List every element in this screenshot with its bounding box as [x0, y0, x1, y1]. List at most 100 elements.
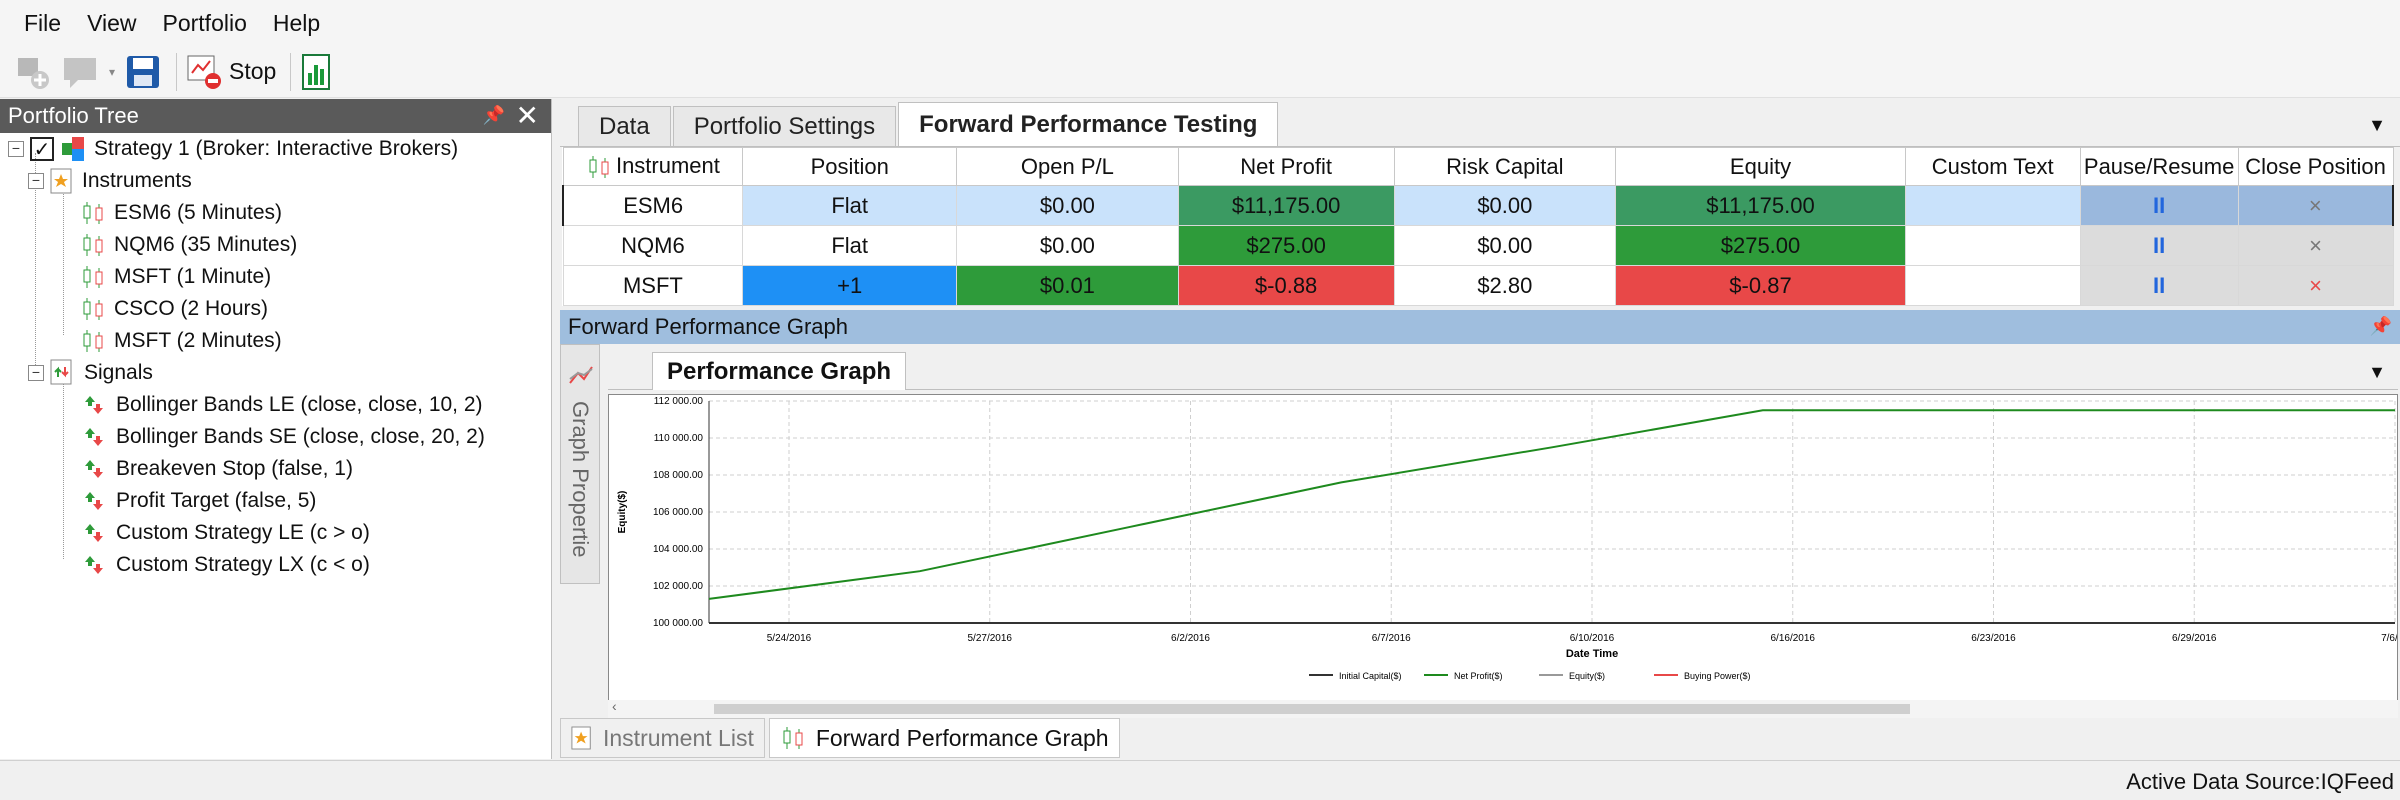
column-header-position[interactable]: Position	[742, 147, 958, 186]
tab-instrument-list[interactable]: Instrument List	[560, 718, 765, 758]
tab-performance-graph[interactable]: Performance Graph	[652, 352, 907, 390]
puzzle-icon	[62, 137, 84, 161]
scroll-left-icon[interactable]: ‹	[612, 698, 617, 714]
tree-connector	[63, 185, 64, 335]
table-row[interactable]: ESM6 Flat $0.00 $11,175.00 $0.00 $11,175…	[562, 185, 2394, 226]
cell-custom-text[interactable]	[1904, 185, 2081, 226]
graph-properties-tab[interactable]: Graph Propertie	[560, 344, 600, 584]
pause-resume-button[interactable]: II	[2079, 185, 2239, 226]
column-header-equity[interactable]: Equity	[1615, 147, 1906, 186]
tree-instrument-item[interactable]: CSCO (2 Hours)	[80, 293, 268, 325]
strategy-checkbox[interactable]: ✓	[30, 137, 54, 161]
signal-label: Breakeven Stop (false, 1)	[116, 457, 353, 480]
stop-label: Stop	[229, 58, 277, 84]
tree-instrument-item[interactable]: MSFT (1 Minute)	[80, 261, 271, 293]
strategy-label: Strategy 1 (Broker: Interactive Brokers)	[94, 137, 459, 160]
tree-instruments-node[interactable]: − Instruments	[28, 165, 192, 197]
dropdown-arrow[interactable]: ▾	[106, 52, 118, 92]
collapse-toggle[interactable]: −	[28, 173, 44, 189]
pin-icon[interactable]: 📌	[483, 105, 505, 126]
tree-strategy-node[interactable]: − ✓ Strategy 1 (Broker: Interactive Brok…	[8, 133, 458, 165]
comment-button[interactable]	[60, 52, 100, 92]
tab-forward-performance-testing[interactable]: Forward Performance Testing	[898, 102, 1279, 146]
series-line-netprofit	[708, 409, 2395, 600]
portfolio-tree-panel: Portfolio Tree 📌 ✕ − ✓ Strategy 1 (Broke…	[0, 99, 552, 759]
pause-resume-button[interactable]: II	[2079, 265, 2239, 306]
signal-label: Bollinger Bands SE (close, close, 20, 2)	[116, 425, 485, 448]
y-axis-label: Equity($)	[617, 491, 628, 534]
y-tick-label: 110 000.00	[654, 433, 704, 444]
cell-position: Flat	[742, 225, 958, 266]
save-button[interactable]	[124, 52, 162, 92]
signal-label: Profit Target (false, 5)	[116, 489, 317, 512]
x-tick-label: 6/7/2016	[1372, 633, 1411, 644]
graph-panel-title: Forward Performance Graph	[568, 314, 848, 339]
add-instrument-button[interactable]	[14, 52, 54, 92]
pencil-chart-icon	[569, 366, 593, 384]
close-position-button[interactable]: ×	[2237, 265, 2394, 306]
tab-portfolio-settings[interactable]: Portfolio Settings	[672, 106, 897, 146]
tree-signals-node[interactable]: − Signals	[28, 357, 153, 389]
tabs-dropdown-icon[interactable]: ▼	[2368, 115, 2386, 136]
status-bar: Active Data Source:IQFeed	[0, 760, 2400, 800]
cell-custom-text[interactable]	[1904, 265, 2081, 306]
close-position-button[interactable]: ×	[2237, 185, 2394, 226]
tab-data[interactable]: Data	[578, 106, 671, 146]
table-row[interactable]: MSFT +1 $0.01 $-0.88 $2.80 $-0.87 II ×	[562, 265, 2394, 306]
x-tick-label: 6/23/2016	[1971, 633, 2016, 644]
stop-button[interactable]: Stop	[185, 52, 276, 92]
x-tick-label: 5/27/2016	[968, 633, 1013, 644]
legend-label: Net Profit($)	[1454, 671, 1503, 681]
cell-custom-text[interactable]	[1904, 225, 2081, 266]
performance-chart-svg: 100 000.00 102 000.00 104 000.00 106 000.00…	[617, 396, 2400, 681]
instrument-label: CSCO (2 Hours)	[114, 297, 269, 320]
candlestick-icon	[83, 298, 103, 320]
menu-view[interactable]: View	[87, 10, 136, 37]
tree-signal-item[interactable]: Custom Strategy LE (c > o)	[84, 517, 370, 549]
tree-signal-item[interactable]: Custom Strategy LX (c < o)	[84, 549, 370, 581]
cell-risk-capital: $0.00	[1393, 225, 1617, 266]
column-header-instrument[interactable]: Instrument	[562, 147, 744, 186]
close-position-button[interactable]: ×	[2237, 225, 2394, 266]
tree-signal-item[interactable]: Profit Target (false, 5)	[84, 485, 316, 517]
column-header-open-pl[interactable]: Open P/L	[956, 147, 1179, 186]
cell-instrument: NQM6	[562, 225, 744, 266]
pause-resume-button[interactable]: II	[2079, 225, 2239, 266]
cell-equity: $-0.87	[1615, 265, 1906, 306]
performance-table: Instrument Position Open P/L Net Profit …	[562, 147, 2394, 306]
tree-signal-item[interactable]: Breakeven Stop (false, 1)	[84, 453, 353, 485]
close-icon[interactable]: ✕	[516, 99, 539, 132]
tree-signal-item[interactable]: Bollinger Bands LE (close, close, 10, 2)	[84, 389, 483, 421]
cell-instrument: ESM6	[562, 185, 744, 226]
signal-arrows-icon	[85, 428, 103, 446]
x-axis-label: Date Time	[1566, 648, 1618, 660]
graph-tabs-dropdown-icon[interactable]: ▼	[2368, 362, 2386, 383]
column-header-risk-capital[interactable]: Risk Capital	[1393, 147, 1617, 186]
floppy-disk-icon	[127, 55, 159, 88]
signals-document-icon	[50, 359, 72, 385]
table-row[interactable]: NQM6 Flat $0.00 $275.00 $0.00 $275.00 II…	[562, 225, 2394, 266]
column-header-close-position[interactable]: Close Position	[2237, 147, 2394, 186]
column-header-pause-resume[interactable]: Pause/Resume	[2079, 147, 2239, 186]
tree-instrument-item[interactable]: ESM6 (5 Minutes)	[80, 197, 282, 229]
collapse-toggle[interactable]: −	[28, 365, 44, 381]
scrollbar-thumb[interactable]	[714, 704, 1910, 714]
tree-instrument-item[interactable]: NQM6 (35 Minutes)	[80, 229, 297, 261]
candlestick-icon	[83, 202, 103, 224]
performance-chart: 100 000.00 102 000.00 104 000.00 106 000.00…	[608, 394, 2400, 714]
tab-forward-performance-graph[interactable]: Forward Performance Graph	[768, 718, 1120, 758]
menu-help[interactable]: Help	[273, 10, 320, 37]
graph-panel-header: Forward Performance Graph 📌	[560, 310, 2400, 344]
menu-file[interactable]: File	[24, 10, 61, 37]
signal-arrows-icon	[85, 556, 103, 574]
tree-instrument-item[interactable]: MSFT (2 Minutes)	[80, 325, 282, 357]
column-header-net-profit[interactable]: Net Profit	[1177, 147, 1395, 186]
pin-icon[interactable]: 📌	[2370, 316, 2392, 337]
y-tick-label: 102 000.00	[653, 581, 703, 592]
tree-signal-item[interactable]: Bollinger Bands SE (close, close, 20, 2)	[84, 421, 485, 453]
instrument-label: ESM6 (5 Minutes)	[114, 201, 283, 224]
column-header-custom-text[interactable]: Custom Text	[1904, 147, 2081, 186]
menu-portfolio[interactable]: Portfolio	[163, 10, 247, 37]
report-button[interactable]	[299, 52, 335, 92]
collapse-toggle[interactable]: −	[8, 141, 24, 157]
